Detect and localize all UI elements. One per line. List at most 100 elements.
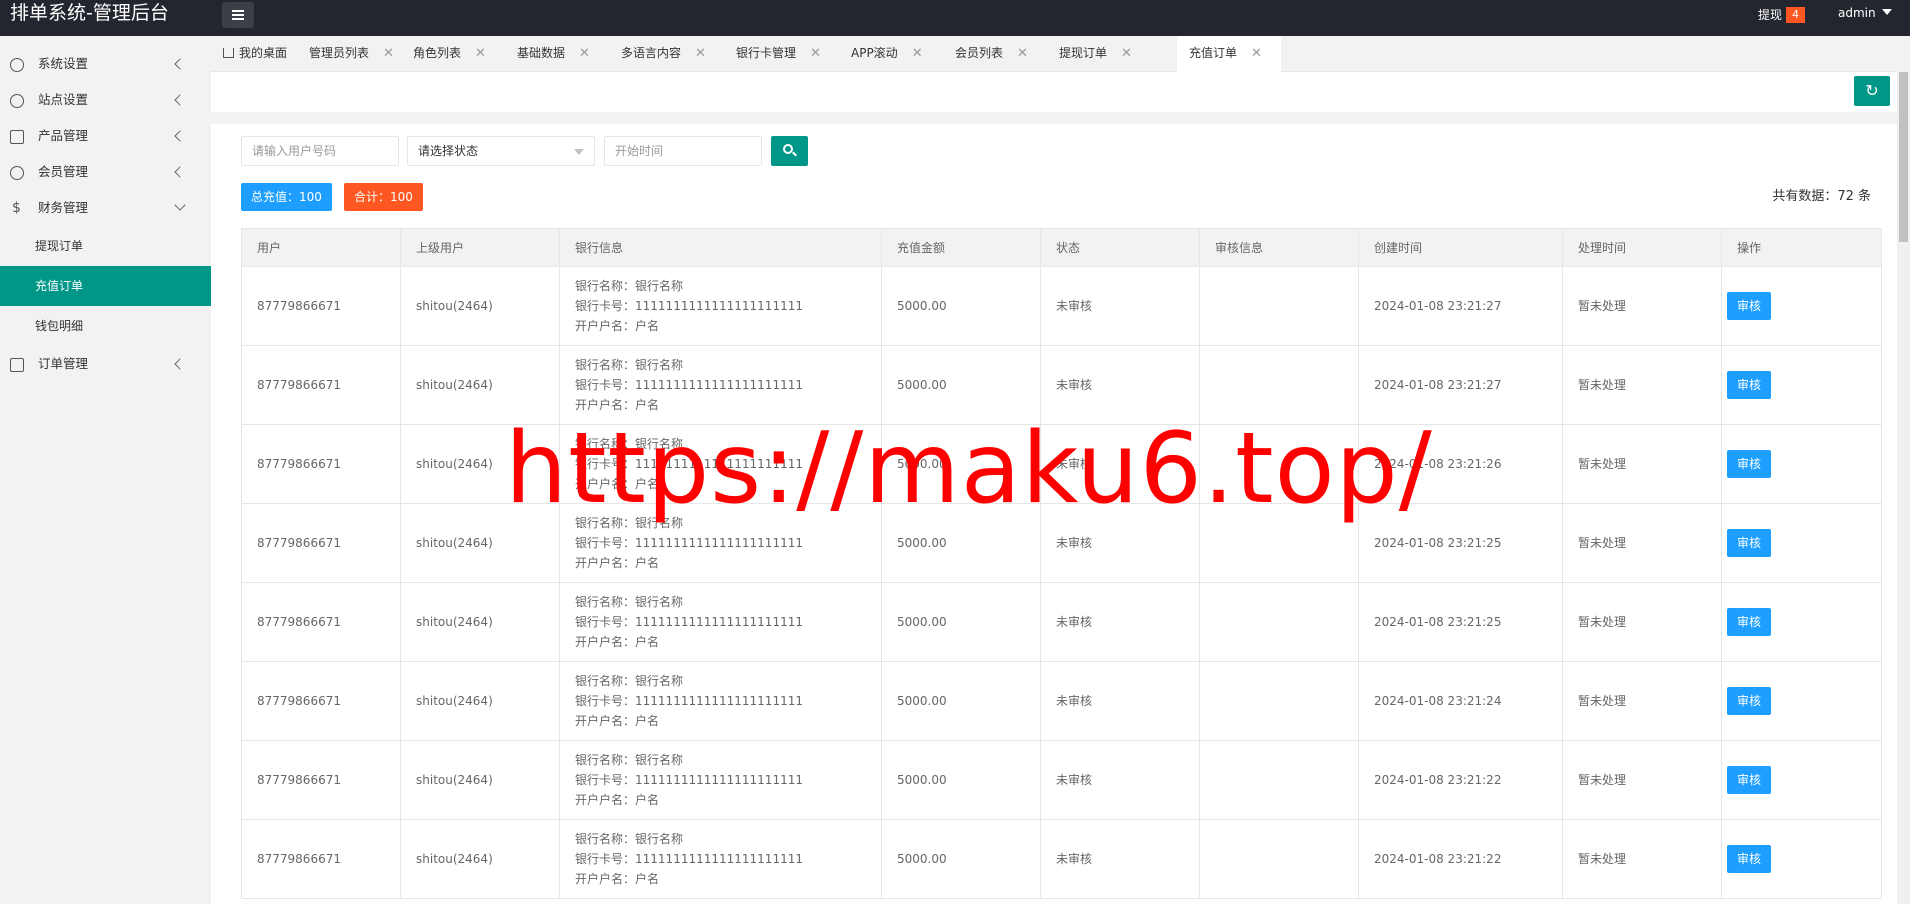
col-header: 审核信息 xyxy=(1199,228,1359,267)
table-row: 87779866671 shitou(2464) 银行名称：银行名称 银行卡号：111… xyxy=(241,582,1882,662)
sidebar-subitem-recharge-orders[interactable]: 充值订单 xyxy=(0,266,211,306)
close-icon[interactable]: ✕ xyxy=(810,46,821,61)
action-cell: 审核 xyxy=(1721,266,1882,346)
created-cell: 2024-01-08 23:21:25 xyxy=(1358,582,1563,662)
refresh-icon: ↻ xyxy=(1865,81,1879,100)
action-cell: 审核 xyxy=(1721,661,1882,741)
processed-cell: 暂未处理 xyxy=(1562,424,1722,504)
close-icon[interactable]: ✕ xyxy=(1017,46,1028,61)
amount-cell: 5000.00 xyxy=(881,740,1041,820)
review-cell xyxy=(1199,661,1359,741)
col-header: 创建时间 xyxy=(1358,228,1563,267)
refresh-button[interactable]: ↻ xyxy=(1854,76,1890,106)
user-search-input[interactable]: 请输入用户号码 xyxy=(241,136,399,166)
tab-multilang[interactable]: 多语言内容 ✕ xyxy=(609,36,724,72)
close-icon[interactable]: ✕ xyxy=(1251,46,1262,61)
action-cell: 审核 xyxy=(1721,345,1882,425)
search-button[interactable] xyxy=(771,136,808,166)
created-cell: 2024-01-08 23:21:24 xyxy=(1358,661,1563,741)
user-cell: 87779866671 xyxy=(241,503,401,583)
chevron-left-icon xyxy=(174,130,186,142)
tab-withdraw-orders[interactable]: 提现订单 ✕ xyxy=(1047,36,1151,72)
created-cell: 2024-01-08 23:21:22 xyxy=(1358,819,1563,899)
order-icon xyxy=(10,358,24,372)
table-header-row: 用户 上级用户 银行信息 充值金额 状态 审核信息 创建时间 处理时间 操作 xyxy=(241,228,1882,267)
processed-cell: 暂未处理 xyxy=(1562,819,1722,899)
audit-button[interactable]: 审核 xyxy=(1727,766,1772,794)
user-cell: 87779866671 xyxy=(241,819,401,899)
content-toolbar: ↻ xyxy=(211,72,1897,112)
tab-role-list[interactable]: 角色列表 ✕ xyxy=(401,36,505,72)
amount-cell: 5000.00 xyxy=(881,266,1041,346)
gear-icon xyxy=(10,58,24,72)
tab-member-list[interactable]: 会员列表 ✕ xyxy=(943,36,1047,72)
user-cell: 87779866671 xyxy=(241,266,401,346)
tab-admin-list[interactable]: 管理员列表 ✕ xyxy=(297,36,401,72)
parent-cell: shitou(2464) xyxy=(400,266,560,346)
created-cell: 2024-01-08 23:21:22 xyxy=(1358,740,1563,820)
status-select[interactable]: 请选择状态 xyxy=(407,136,595,166)
menu-toggle-button[interactable] xyxy=(222,2,254,28)
page-scrollbar[interactable] xyxy=(1897,72,1910,904)
status-cell: 未审核 xyxy=(1040,582,1200,662)
audit-button[interactable]: 审核 xyxy=(1727,292,1772,320)
sidebar: 系统设置 站点设置 产品管理 会员管理 $ 财务管理 提现订单 充值订单 钱包明… xyxy=(0,36,211,904)
col-header: 操作 xyxy=(1721,228,1882,267)
close-icon[interactable]: ✕ xyxy=(383,46,394,61)
sidebar-item-product[interactable]: 产品管理 xyxy=(0,118,211,154)
chevron-left-icon xyxy=(174,166,186,178)
table-row: 87779866671 shitou(2464) 银行名称：银行名称 银行卡号：111… xyxy=(241,740,1882,820)
withdraw-notice[interactable]: 提现 4 xyxy=(1758,6,1806,23)
tab-recharge-orders[interactable]: 充值订单 ✕ xyxy=(1177,36,1281,72)
tab-app-scroll[interactable]: APP滚动 ✕ xyxy=(839,36,943,72)
amount-cell: 5000.00 xyxy=(881,661,1041,741)
sidebar-subitem-wallet-details[interactable]: 钱包明细 xyxy=(0,306,211,346)
close-icon[interactable]: ✕ xyxy=(475,46,486,61)
top-header: 排单系统-管理后台 提现 4 admin xyxy=(0,0,1910,36)
parent-cell: shitou(2464) xyxy=(400,582,560,662)
close-icon[interactable]: ✕ xyxy=(579,46,590,61)
action-cell: 审核 xyxy=(1721,424,1882,504)
start-time-input[interactable]: 开始时间 xyxy=(604,136,762,166)
tab-base-data[interactable]: 基础数据 ✕ xyxy=(505,36,609,72)
close-icon[interactable]: ✕ xyxy=(695,46,706,61)
audit-button[interactable]: 审核 xyxy=(1727,608,1772,636)
user-cell: 87779866671 xyxy=(241,582,401,662)
col-header: 状态 xyxy=(1040,228,1200,267)
table-row: 87779866671 shitou(2464) 银行名称：银行名称 银行卡号：111… xyxy=(241,819,1882,899)
sidebar-item-member[interactable]: 会员管理 xyxy=(0,154,211,190)
sum-badge: 合计：100 xyxy=(344,183,423,211)
product-icon xyxy=(10,130,24,144)
sidebar-item-label: 财务管理 xyxy=(38,200,89,215)
user-cell: 87779866671 xyxy=(241,345,401,425)
audit-button[interactable]: 审核 xyxy=(1727,371,1772,399)
processed-cell: 暂未处理 xyxy=(1562,740,1722,820)
review-cell xyxy=(1199,819,1359,899)
sidebar-subitem-withdraw-orders[interactable]: 提现订单 xyxy=(0,226,211,266)
col-header: 处理时间 xyxy=(1562,228,1722,267)
tab-desktop[interactable]: 我的桌面 xyxy=(211,36,297,72)
tab-bank-cards[interactable]: 银行卡管理 ✕ xyxy=(724,36,839,72)
tab-bar: 我的桌面 管理员列表 ✕ 角色列表 ✕ 基础数据 ✕ 多语言内容 ✕ 银行卡管理 ✕ AP… xyxy=(211,36,1897,72)
audit-button[interactable]: 审核 xyxy=(1727,687,1772,715)
close-icon[interactable]: ✕ xyxy=(912,46,923,61)
review-cell xyxy=(1199,740,1359,820)
audit-button[interactable]: 审核 xyxy=(1727,845,1772,873)
user-menu[interactable]: admin xyxy=(1838,6,1892,20)
sidebar-item-site-settings[interactable]: 站点设置 xyxy=(0,82,211,118)
sidebar-item-system-settings[interactable]: 系统设置 xyxy=(0,46,211,82)
parent-cell: shitou(2464) xyxy=(400,740,560,820)
processed-cell: 暂未处理 xyxy=(1562,503,1722,583)
col-header: 银行信息 xyxy=(559,228,882,267)
scroll-thumb[interactable] xyxy=(1899,72,1908,242)
sidebar-item-orders[interactable]: 订单管理 xyxy=(0,346,211,382)
status-cell: 未审核 xyxy=(1040,819,1200,899)
action-cell: 审核 xyxy=(1721,503,1882,583)
bank-info-cell: 银行名称：银行名称 银行卡号：1111111111111111111111 开户户名… xyxy=(559,819,882,899)
hamburger-icon xyxy=(232,10,244,12)
withdraw-count-badge: 4 xyxy=(1786,7,1806,23)
audit-button[interactable]: 审核 xyxy=(1727,450,1772,478)
audit-button[interactable]: 审核 xyxy=(1727,529,1772,557)
sidebar-item-finance[interactable]: $ 财务管理 xyxy=(0,190,211,226)
close-icon[interactable]: ✕ xyxy=(1121,46,1132,61)
